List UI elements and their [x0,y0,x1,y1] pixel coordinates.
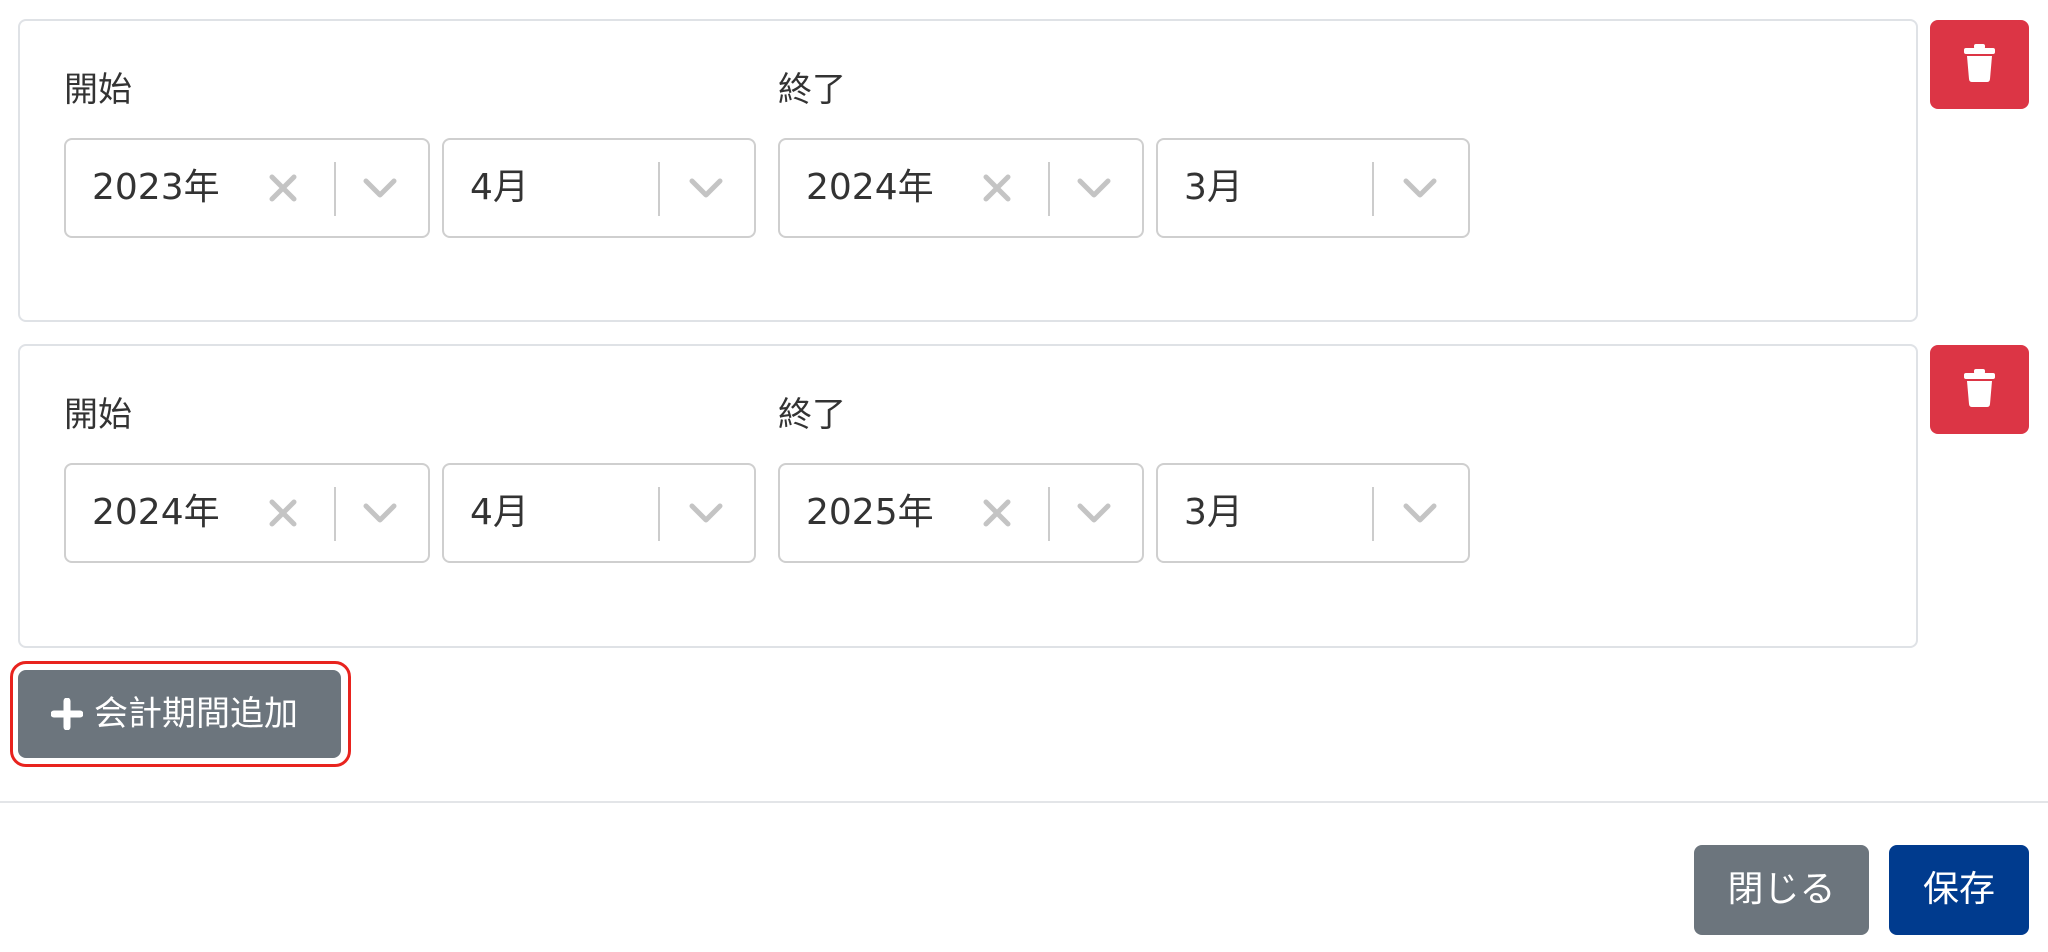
start-month-select[interactable]: 4月 [442,463,756,563]
select-separator [334,487,336,541]
trash-icon [1964,369,1995,407]
add-period-label: 会計期間追加 [94,694,298,734]
select-separator [658,162,660,216]
end-year-value: 2024年 [806,167,934,208]
close-icon[interactable] [266,171,300,205]
trash-icon [1964,44,1995,82]
start-month-value: 4月 [470,492,529,533]
close-icon[interactable] [266,496,300,530]
chevron-down-icon[interactable] [362,499,398,527]
select-separator [334,162,336,216]
period-card: 開始 終了 2024年 4月 2025年 3月 [18,344,1918,648]
chevron-down-icon[interactable] [1402,174,1438,202]
start-year-select[interactable]: 2024年 [64,463,430,563]
end-year-select[interactable]: 2025年 [778,463,1144,563]
select-separator [1048,162,1050,216]
period-card: 開始 終了 2023年 4月 2024年 3月 [18,19,1918,322]
end-month-select[interactable]: 3月 [1156,463,1470,563]
chevron-down-icon[interactable] [688,174,724,202]
select-separator [1372,162,1374,216]
close-button[interactable]: 閉じる [1694,845,1869,935]
end-label: 終了 [778,70,846,110]
chevron-down-icon[interactable] [688,499,724,527]
select-separator [1372,487,1374,541]
chevron-down-icon[interactable] [1076,174,1112,202]
end-year-select[interactable]: 2024年 [778,138,1144,238]
delete-period-button[interactable] [1930,20,2029,109]
start-year-value: 2023年 [92,167,220,208]
start-label: 開始 [64,395,132,435]
start-month-select[interactable]: 4月 [442,138,756,238]
end-month-value: 3月 [1184,167,1243,208]
end-month-value: 3月 [1184,492,1243,533]
select-separator [658,487,660,541]
chevron-down-icon[interactable] [362,174,398,202]
start-label: 開始 [64,70,132,110]
delete-period-button[interactable] [1930,345,2029,434]
close-icon[interactable] [980,171,1014,205]
chevron-down-icon[interactable] [1076,499,1112,527]
start-month-value: 4月 [470,167,529,208]
end-month-select[interactable]: 3月 [1156,138,1470,238]
chevron-down-icon[interactable] [1402,499,1438,527]
select-separator [1048,487,1050,541]
end-label: 終了 [778,395,846,435]
add-period-button[interactable]: 会計期間追加 [18,670,341,758]
save-button[interactable]: 保存 [1889,845,2029,935]
start-year-value: 2024年 [92,492,220,533]
footer-divider [0,801,2048,803]
end-year-value: 2025年 [806,492,934,533]
start-year-select[interactable]: 2023年 [64,138,430,238]
close-icon[interactable] [980,496,1014,530]
plus-icon [51,698,83,730]
